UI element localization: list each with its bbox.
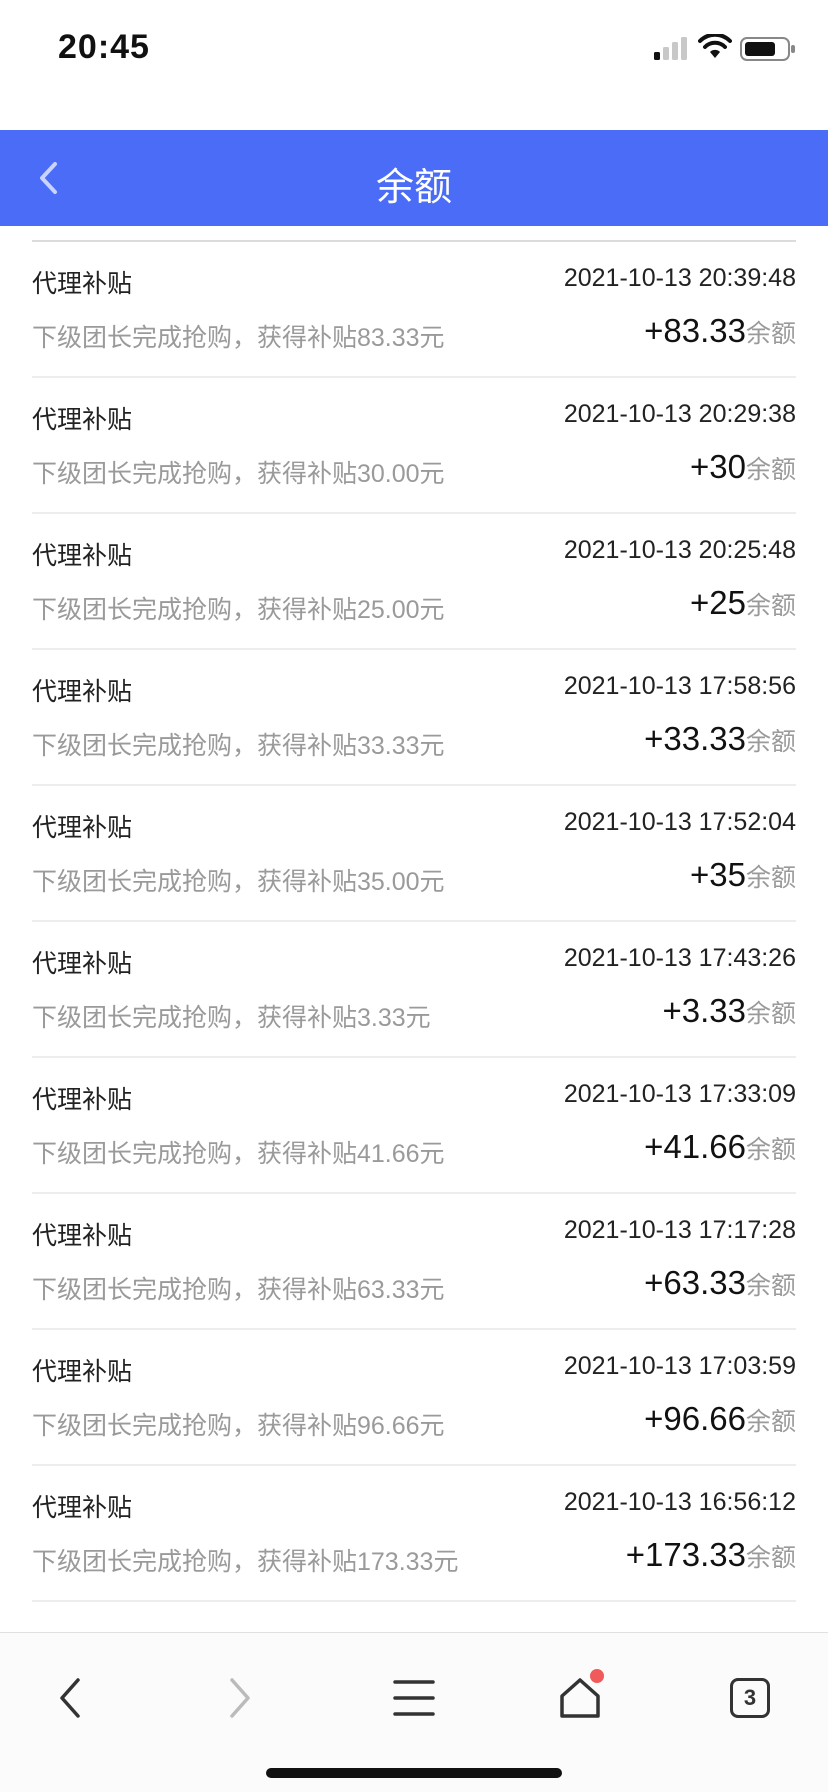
item-description: 下级团长完成抢购，获得补贴41.66元 [32, 1140, 445, 1168]
home-indicator [266, 1768, 562, 1778]
item-amount: +96.66 [644, 1400, 746, 1437]
item-title: 代理补贴 [32, 1222, 133, 1250]
item-amount-group: +173.33余额 [626, 1536, 796, 1574]
item-title: 代理补贴 [32, 1086, 133, 1114]
item-description: 下级团长完成抢购，获得补贴173.33元 [32, 1548, 459, 1576]
notification-dot [590, 1669, 604, 1683]
list-item[interactable]: 代理补贴 2021-10-13 17:43:26 下级团长完成抢购，获得补贴3.33… [32, 922, 796, 1058]
item-title: 代理补贴 [32, 542, 133, 570]
item-timestamp: 2021-10-13 17:43:26 [563, 944, 796, 972]
list-item[interactable]: 代理补贴 2021-10-13 16:56:12 下级团长完成抢购，获得补贴173.… [32, 1466, 796, 1602]
item-balance-label: 余额 [745, 592, 796, 620]
item-amount: +33.33 [644, 720, 746, 757]
item-amount-group: +41.66余额 [644, 1128, 796, 1166]
item-balance-label: 余额 [745, 1408, 796, 1436]
arrow-right-icon [230, 1678, 250, 1718]
item-balance-label: 余额 [745, 728, 796, 756]
item-description: 下级团长完成抢购，获得补贴96.66元 [32, 1412, 445, 1440]
item-balance-label: 余额 [745, 456, 796, 484]
item-balance-label: 余额 [745, 864, 796, 892]
item-amount: +35 [690, 856, 746, 893]
item-timestamp: 2021-10-13 20:25:48 [563, 536, 796, 564]
list-item[interactable]: 代理补贴 2021-10-13 17:17:28 下级团长完成抢购，获得补贴63.3… [32, 1194, 796, 1330]
item-timestamp: 2021-10-13 20:29:38 [563, 400, 796, 428]
item-description: 下级团长完成抢购，获得补贴30.00元 [32, 460, 445, 488]
signal-icon [654, 37, 687, 60]
item-description: 下级团长完成抢购，获得补贴3.33元 [32, 1004, 431, 1032]
browser-back-button[interactable] [30, 1663, 110, 1733]
item-timestamp: 2021-10-13 16:56:12 [563, 1488, 796, 1516]
item-amount: +3.33 [662, 992, 746, 1029]
menu-icon [393, 1680, 435, 1716]
battery-icon [740, 37, 795, 61]
item-description: 下级团长完成抢购，获得补贴63.33元 [32, 1276, 445, 1304]
item-balance-label: 余额 [745, 320, 796, 348]
tabs-icon: 3 [730, 1678, 770, 1718]
tabs-button[interactable]: 3 [710, 1663, 790, 1733]
item-amount: +83.33 [644, 312, 746, 349]
item-amount-group: +33.33余额 [644, 720, 796, 758]
browser-forward-button[interactable] [200, 1663, 280, 1733]
balance-list-container[interactable]: 代理补贴 2021-10-13 20:39:48 下级团长完成抢购，获得补贴83.3… [0, 226, 828, 1632]
item-amount-group: +96.66余额 [644, 1400, 796, 1438]
item-title: 代理补贴 [32, 1494, 133, 1522]
nav-bar: 余额 [0, 130, 828, 226]
arrow-left-icon [60, 1678, 80, 1718]
list-item[interactable]: 代理补贴 2021-10-13 20:39:48 下级团长完成抢购，获得补贴83.3… [32, 242, 796, 378]
item-title: 代理补贴 [32, 678, 133, 706]
item-timestamp: 2021-10-13 17:17:28 [563, 1216, 796, 1244]
item-amount: +173.33 [625, 1536, 746, 1573]
item-description: 下级团长完成抢购，获得补贴35.00元 [32, 868, 445, 896]
item-amount-group: +3.33余额 [662, 992, 796, 1030]
page-title: 余额 [375, 167, 452, 209]
item-timestamp: 2021-10-13 17:58:56 [563, 672, 796, 700]
item-description: 下级团长完成抢购，获得补贴83.33元 [32, 324, 445, 352]
item-amount: +25 [690, 584, 746, 621]
item-title: 代理补贴 [32, 814, 133, 842]
item-balance-label: 余额 [745, 1136, 796, 1164]
menu-button[interactable] [374, 1663, 454, 1733]
item-timestamp: 2021-10-13 17:33:09 [563, 1080, 796, 1108]
item-amount-group: +25余额 [690, 584, 796, 622]
item-timestamp: 2021-10-13 20:39:48 [563, 264, 796, 292]
list-item[interactable]: 代理补贴 2021-10-13 17:52:04 下级团长完成抢购，获得补贴35.0… [32, 786, 796, 922]
item-description: 下级团长完成抢购，获得补贴33.33元 [32, 732, 445, 760]
item-amount: +41.66 [644, 1128, 746, 1165]
browser-toolbar: 3 [0, 1632, 828, 1792]
item-title: 代理补贴 [32, 406, 133, 434]
item-balance-label: 余额 [745, 1272, 796, 1300]
item-description: 下级团长完成抢购，获得补贴25.00元 [32, 596, 445, 624]
item-amount-group: +35余额 [690, 856, 796, 894]
item-amount: +30 [690, 448, 746, 485]
list-item[interactable]: 代理补贴 2021-10-13 17:33:09 下级团长完成抢购，获得补贴41.6… [32, 1058, 796, 1194]
item-amount-group: +30余额 [690, 448, 796, 486]
item-amount-group: +83.33余额 [644, 312, 796, 350]
transaction-list: 代理补贴 2021-10-13 20:39:48 下级团长完成抢购，获得补贴83.3… [32, 242, 796, 1602]
list-item[interactable]: 代理补贴 2021-10-13 20:29:38 下级团长完成抢购，获得补贴30.0… [32, 378, 796, 514]
list-item[interactable]: 代理补贴 2021-10-13 20:25:48 下级团长完成抢购，获得补贴25.0… [32, 514, 796, 650]
list-item[interactable]: 代理补贴 2021-10-13 17:03:59 下级团长完成抢购，获得补贴96.6… [32, 1330, 796, 1466]
list-item[interactable]: 代理补贴 2021-10-13 17:58:56 下级团长完成抢购，获得补贴33.3… [32, 650, 796, 786]
wifi-icon [698, 34, 732, 58]
status-bar: 20:45 [0, 0, 828, 130]
home-button[interactable] [540, 1663, 620, 1733]
item-title: 代理补贴 [32, 270, 133, 298]
item-title: 代理补贴 [32, 1358, 133, 1386]
item-title: 代理补贴 [32, 950, 133, 978]
status-time: 20:45 [58, 28, 150, 66]
item-balance-label: 余额 [745, 1000, 796, 1028]
item-timestamp: 2021-10-13 17:03:59 [563, 1352, 796, 1380]
item-amount: +63.33 [644, 1264, 746, 1301]
item-timestamp: 2021-10-13 17:52:04 [563, 808, 796, 836]
item-amount-group: +63.33余额 [644, 1264, 796, 1302]
item-balance-label: 余额 [745, 1544, 796, 1572]
